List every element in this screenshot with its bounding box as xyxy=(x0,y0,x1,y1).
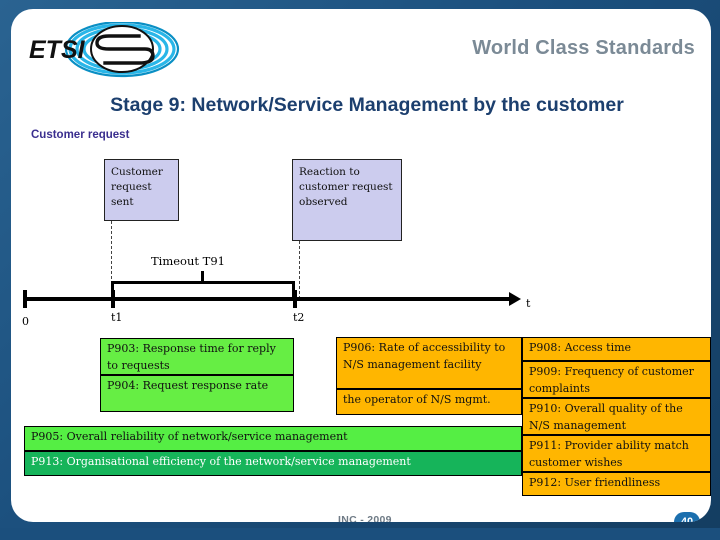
metric-box-p909: P909: Frequency of customer complaints xyxy=(522,361,711,398)
etsi-logo: ETSI xyxy=(27,20,197,78)
tagline: World Class Standards xyxy=(472,37,695,59)
page-number-badge: 40 xyxy=(674,512,700,522)
dashed-line-t2 xyxy=(299,241,300,299)
slide-bottom-strip xyxy=(0,528,720,540)
metric-box-p904: P904: Request response rate xyxy=(100,375,294,412)
slide: ETSI World Class Standards Stage 9: Netw… xyxy=(0,0,720,540)
metric-box-p912: P912: User friendliness xyxy=(522,472,711,496)
tick-label-t1: t1 xyxy=(111,311,123,324)
tick-label-zero: 0 xyxy=(22,315,29,328)
metric-box-p907: the operator of N/S mgmt. xyxy=(336,389,522,415)
metric-banner-p905: P905: Overall reliability of network/ser… xyxy=(24,426,522,451)
metric-banner-p913: P913: Organisational efficiency of the n… xyxy=(24,451,522,476)
time-axis-arrow-icon xyxy=(509,292,521,306)
page-title: Stage 9: Network/Service Management by t… xyxy=(110,94,624,116)
tick-t2 xyxy=(293,290,297,308)
metric-box-p910: P910: Overall quality of the N/S managem… xyxy=(522,398,711,435)
metric-box-p906: P906: Rate of accessibility to N/S manag… xyxy=(336,337,522,389)
footer-note: INC - 2009 xyxy=(338,514,392,522)
metric-box-p908: P908: Access time xyxy=(522,337,711,361)
metric-box-p903: P903: Response time for reply to request… xyxy=(100,338,294,375)
slide-card: ETSI World Class Standards Stage 9: Netw… xyxy=(11,9,711,522)
tick-zero xyxy=(23,290,27,308)
time-axis-label: t xyxy=(526,297,531,310)
subtitle-customer-request: Customer request xyxy=(31,129,130,141)
tick-t1 xyxy=(111,290,115,308)
etsi-logo-text: ETSI xyxy=(29,36,86,64)
timeout-label: Timeout T91 xyxy=(151,254,225,268)
time-axis xyxy=(23,297,513,301)
tick-label-t2: t2 xyxy=(293,311,305,324)
metric-box-p911: P911: Provider ability match customer wi… xyxy=(522,435,711,472)
event-box-reaction-observed: Reaction to customer request observed xyxy=(292,159,402,241)
event-box-customer-request-sent: Customer request sent xyxy=(104,159,179,221)
